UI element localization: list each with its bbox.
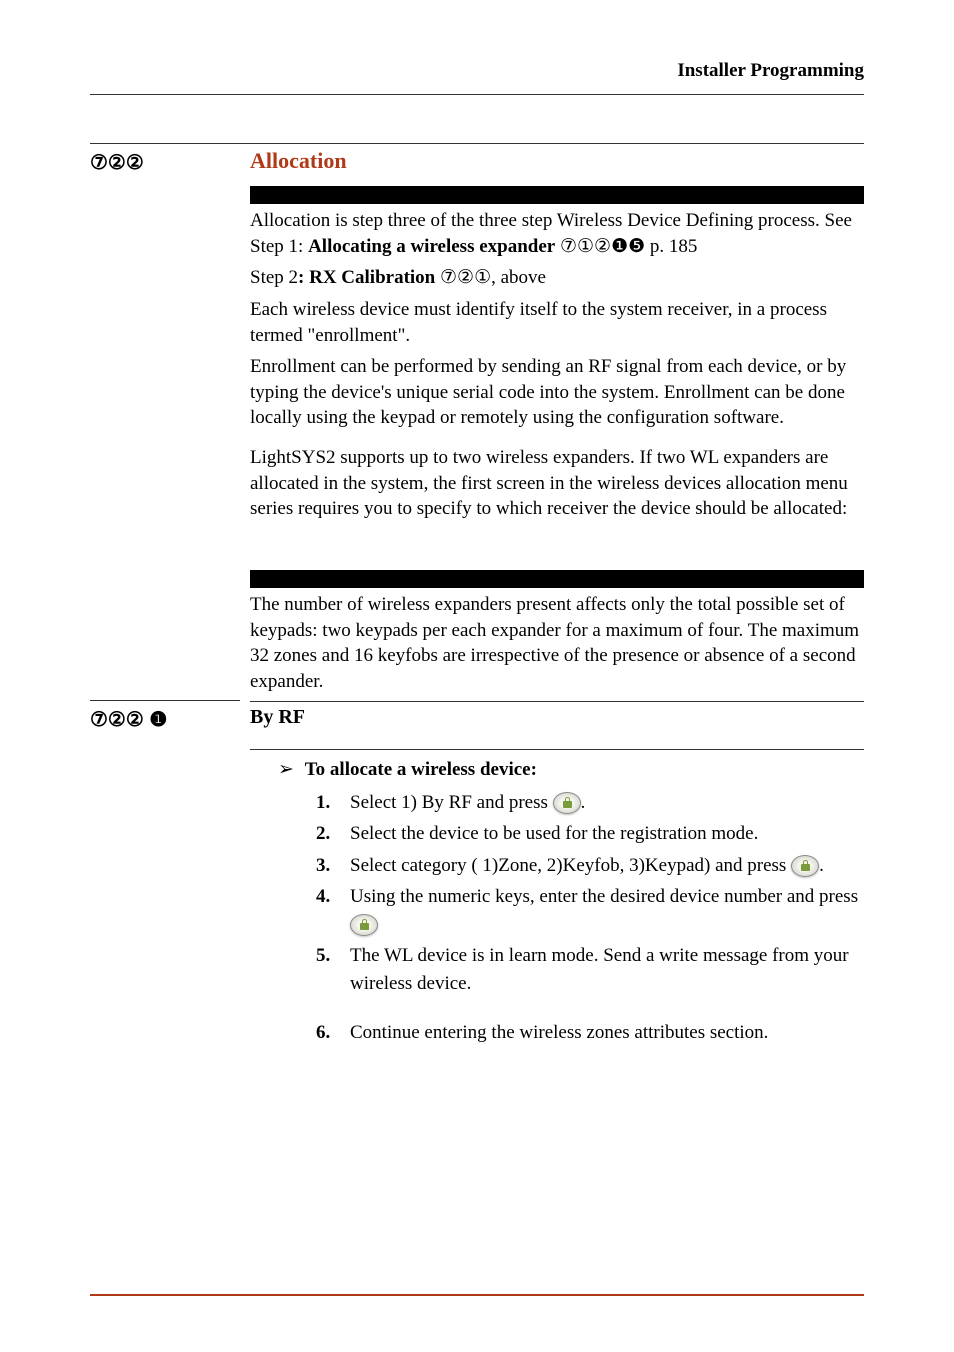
step-number: 3. [316,852,330,880]
list-item: 2. Select the device to be used for the … [316,820,864,848]
allocation-para-4: Enrollment can be performed by sending a… [250,354,864,431]
list-item: 1. Select 1) By RF and press . [316,789,864,817]
list-item: 3. Select category ( 1)Zone, 2)Keyfob, 3… [316,852,864,880]
allocation-para-3: Each wireless device must identify itsel… [250,297,864,348]
step-number: 1. [316,789,330,817]
step-text: Select the device to be used for the reg… [350,823,758,844]
subsection-divider [250,749,864,750]
black-bar-divider-2 [250,570,864,588]
para1-text-b: Allocating a wireless expander [308,236,555,257]
heading-allocation: Allocation [250,144,864,186]
section-marker-byrf: ⑦②② ❶ [90,709,167,731]
header-title: Installer Programming [677,60,864,81]
allocation-para-2: Step 2: RX Calibration ⑦②①, above [250,265,864,291]
intro-text: To allocate a wireless device: [305,759,537,780]
para2-text-a: Step 2 [250,267,298,288]
section-marker-allocation: ⑦②② [90,152,144,174]
list-item: 5. The WL device is in learn mode. Send … [316,942,864,997]
step-number: 6. [316,1019,330,1047]
content-layout: ⑦②② Allocation Allocation is step three … [90,143,864,1051]
para2-text-c: ⑦②①, above [435,267,546,288]
step-text: The WL device is in learn mode. Send a w… [350,945,849,994]
black-bar-divider [250,186,864,204]
step-text: Using the numeric keys, enter the desire… [350,886,858,907]
para2-text-b: : RX Calibration [298,267,435,288]
lock-button-icon [553,792,581,814]
instruction-intro: ➢ To allocate a wireless device: [278,758,864,781]
step-text: Select category ( 1)Zone, 2)Keyfob, 3)Ke… [350,855,791,876]
step-number: 4. [316,883,330,911]
list-item: 4. Using the numeric keys, enter the des… [316,883,864,938]
instruction-block: ➢ To allocate a wireless device: 1. Sele… [278,758,864,1047]
step-number: 2. [316,820,330,848]
allocation-para-5: LightSYS2 supports up to two wireless ex… [250,445,864,522]
lock-button-icon [791,855,819,877]
allocation-para-1: Allocation is step three of the three st… [250,208,864,259]
heading-byrf: By RF [250,701,864,737]
instruction-list: 1. Select 1) By RF and press . 2. Select… [316,789,864,1047]
allocation-note: The number of wireless expanders present… [250,592,864,695]
lock-button-icon [350,914,378,936]
footer-divider [90,1294,864,1296]
page-header: Installer Programming [90,60,864,95]
step-number: 5. [316,942,330,970]
para1-text-c: ⑦①②❶❺ p. 185 [555,236,697,257]
list-item: 6. Continue entering the wireless zones … [316,1019,864,1047]
step-text: Select 1) By RF and press [350,792,553,813]
triangle-arrow-icon: ➢ [278,758,300,781]
step-text: Continue entering the wireless zones att… [350,1022,768,1043]
